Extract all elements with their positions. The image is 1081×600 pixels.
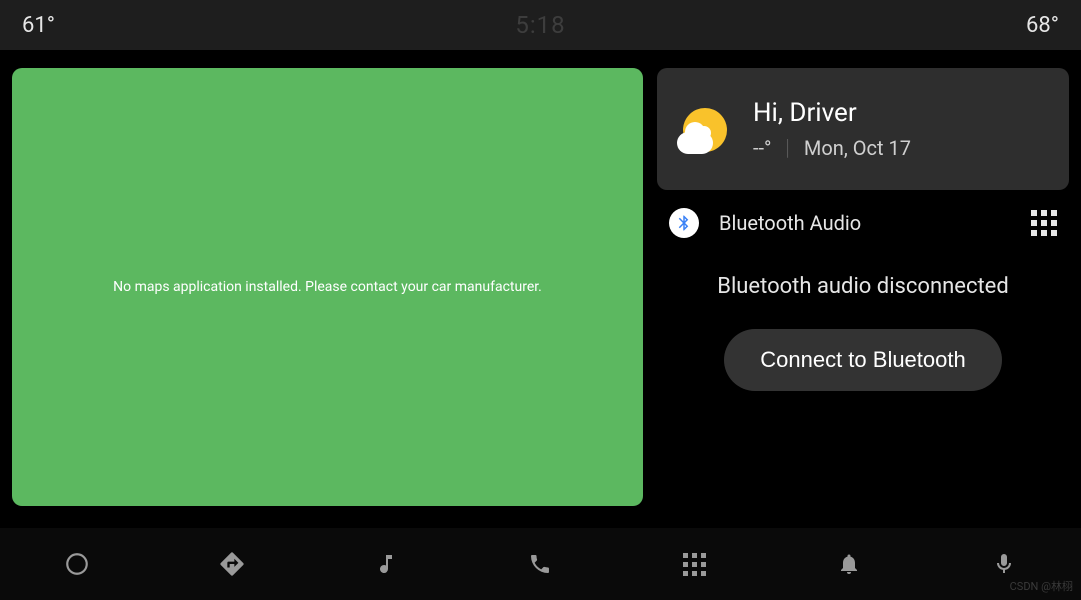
audio-status: Bluetooth audio disconnected	[665, 274, 1061, 299]
status-bar: 61° 5:18 68°	[0, 0, 1081, 50]
audio-header: Bluetooth Audio	[665, 208, 1061, 256]
map-card[interactable]: No maps application installed. Please co…	[12, 68, 643, 506]
separator: |	[786, 136, 790, 161]
circle-outline-icon	[64, 551, 90, 577]
microphone-icon	[992, 551, 1016, 577]
greeting-text: Hi, Driver	[753, 98, 911, 128]
nav-navigation-button[interactable]	[212, 544, 252, 584]
weather-icon	[679, 106, 729, 156]
weather-text: Hi, Driver --° | Mon, Oct 17	[753, 98, 911, 161]
weather-temp: --°	[753, 136, 772, 160]
nav-home-button[interactable]	[57, 544, 97, 584]
audio-apps-icon[interactable]	[1031, 210, 1057, 236]
status-right-temp: 68°	[1026, 13, 1059, 38]
audio-header-left: Bluetooth Audio	[669, 208, 861, 238]
status-time: 5:18	[515, 11, 565, 39]
music-note-icon	[374, 551, 398, 577]
weather-date: Mon, Oct 17	[804, 136, 911, 160]
audio-source-label: Bluetooth Audio	[719, 211, 861, 235]
nav-phone-button[interactable]	[520, 544, 560, 584]
apps-grid-icon	[683, 553, 706, 576]
weather-card[interactable]: Hi, Driver --° | Mon, Oct 17	[657, 68, 1069, 190]
connect-bluetooth-button[interactable]: Connect to Bluetooth	[724, 329, 1001, 391]
nav-apps-button[interactable]	[675, 544, 715, 584]
audio-section: Bluetooth Audio Bluetooth audio disconne…	[657, 190, 1069, 391]
status-left-temp: 61°	[22, 13, 55, 38]
map-message: No maps application installed. Please co…	[113, 279, 542, 295]
content-area: No maps application installed. Please co…	[0, 50, 1081, 516]
phone-icon	[528, 552, 552, 576]
date-row: --° | Mon, Oct 17	[753, 136, 911, 161]
bell-icon	[837, 552, 861, 576]
right-column: Hi, Driver --° | Mon, Oct 17 Bluetooth A…	[657, 68, 1069, 516]
bluetooth-icon	[669, 208, 699, 238]
nav-music-button[interactable]	[366, 544, 406, 584]
watermark: CSDN @林栩	[1010, 578, 1073, 594]
nav-bar	[0, 528, 1081, 600]
nav-notifications-button[interactable]	[829, 544, 869, 584]
navigation-icon	[218, 550, 246, 578]
